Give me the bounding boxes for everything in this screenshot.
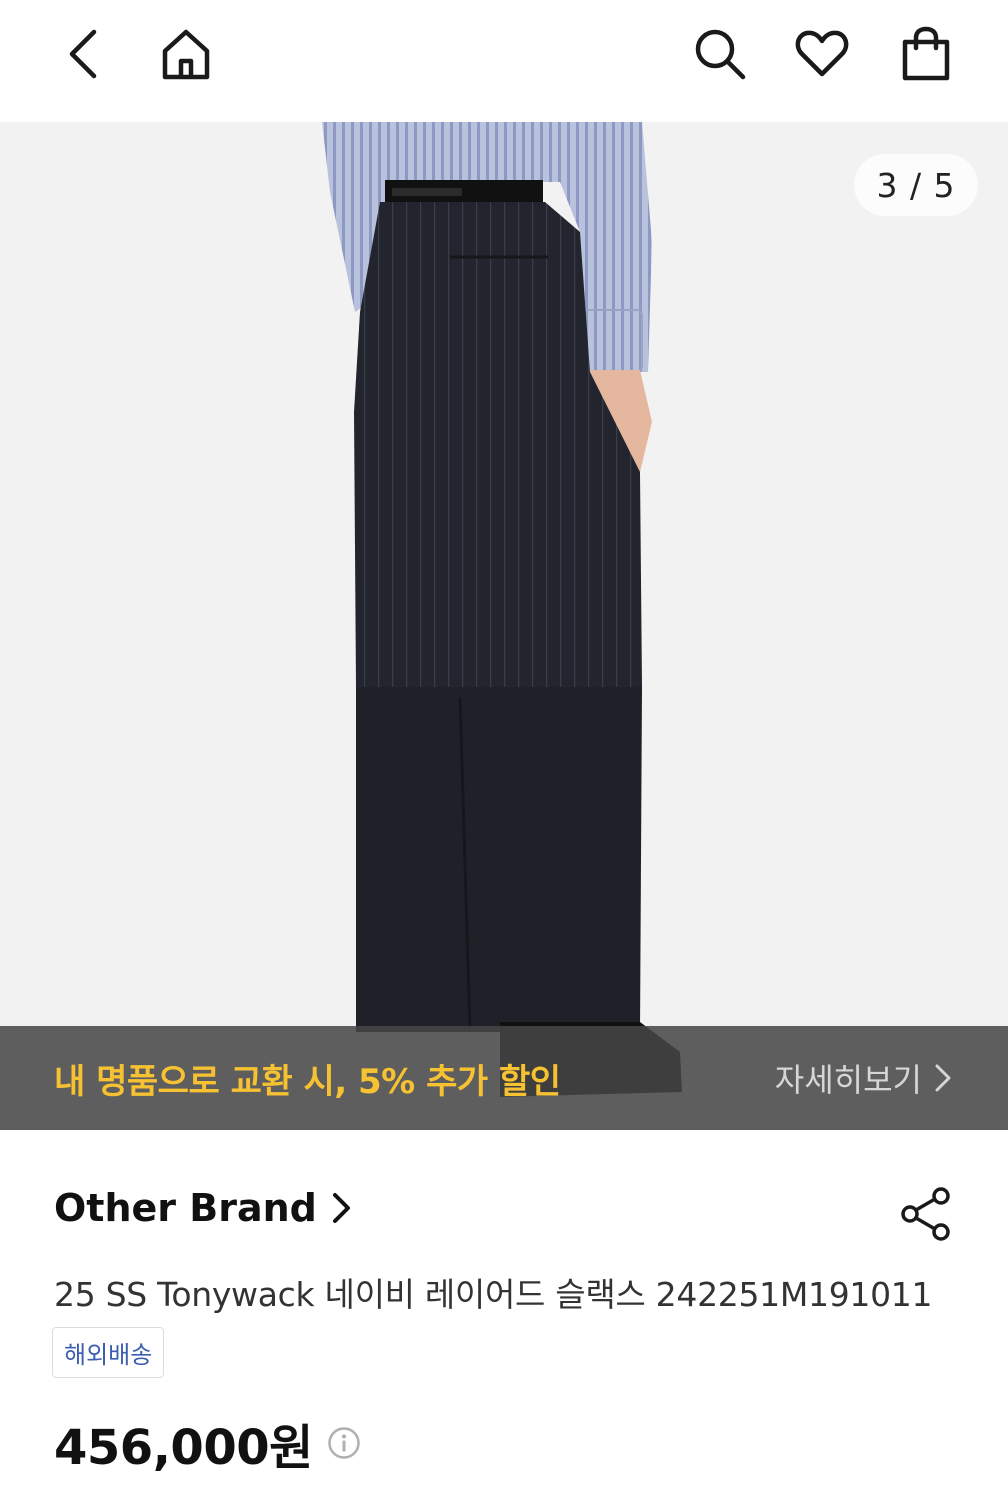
- chevron-right-icon: [935, 1064, 951, 1092]
- brand-row: Other Brand: [54, 1186, 954, 1250]
- cart-button[interactable]: [894, 22, 958, 86]
- info-icon[interactable]: [327, 1426, 361, 1460]
- promo-banner[interactable]: 내 명품으로 교환 시, 5% 추가 할인 자세히보기: [0, 1026, 1008, 1130]
- top-navigation-bar: [0, 0, 1008, 122]
- promo-text: 내 명품으로 교환 시, 5% 추가 할인: [54, 1061, 561, 1102]
- back-button[interactable]: [52, 22, 116, 86]
- brand-link[interactable]: Other Brand: [54, 1186, 353, 1230]
- shopping-bag-icon: [902, 26, 950, 81]
- product-price: 456,000원: [54, 1420, 313, 1476]
- overseas-shipping-badge: 해외배송: [52, 1327, 165, 1378]
- search-button[interactable]: [688, 22, 752, 86]
- chevron-right-icon: [332, 1193, 350, 1223]
- wishlist-button[interactable]: [790, 22, 854, 86]
- price-row: 456,000원: [54, 1408, 361, 1478]
- promo-detail-label: 자세히보기: [774, 1061, 922, 1099]
- product-title: 25 SS Tonywack 네이비 레이어드 슬랙스 242251M19101…: [54, 1275, 933, 1314]
- chevron-left-icon: [69, 29, 97, 79]
- home-button[interactable]: [154, 22, 218, 86]
- share-icon[interactable]: [898, 1186, 954, 1242]
- home-icon: [162, 29, 210, 80]
- search-icon: [695, 29, 746, 80]
- promo-detail-link[interactable]: 자세히보기: [775, 1055, 952, 1101]
- product-image-gallery[interactable]: 3 / 5 내 명품으로 교환 시, 5% 추가 할인 자세히보기: [0, 122, 1008, 1130]
- image-counter: 3 / 5: [854, 154, 978, 216]
- brand-name: Other Brand: [54, 1186, 317, 1230]
- product-photo: [322, 122, 682, 1097]
- heart-icon: [795, 30, 849, 77]
